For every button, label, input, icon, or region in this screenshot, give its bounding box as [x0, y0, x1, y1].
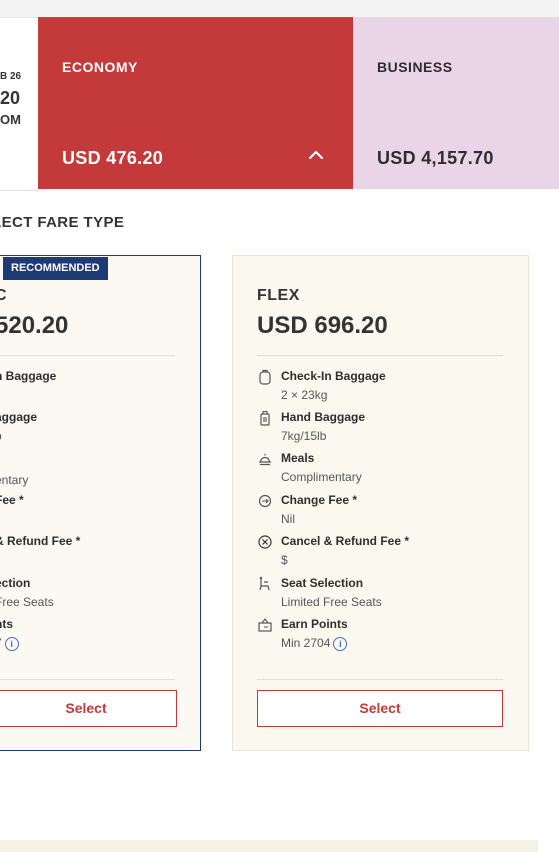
bottom-bar	[0, 840, 538, 852]
recommended-badge: RECOMMENDED	[3, 257, 108, 280]
business-label: BUSINESS	[377, 59, 453, 75]
fare-divider-bottom	[257, 679, 503, 680]
earn-points-icon	[258, 618, 272, 632]
date-card-price: 20	[0, 88, 21, 108]
feature-meals: Meals Complimentary	[281, 451, 362, 484]
feature-earn-points: nts 7i	[0, 616, 19, 651]
feature-meals: entary	[0, 473, 29, 487]
fare-name: FLEX	[257, 287, 300, 304]
economy-cabin-tab[interactable]: ECONOMY USD 476.20	[38, 17, 353, 189]
business-cabin-tab[interactable]: BUSINESS USD 4,157.70	[353, 17, 559, 189]
meals-icon	[259, 454, 271, 466]
economy-label: ECONOMY	[62, 59, 138, 75]
fare-card-recommended[interactable]: RECOMMENDED C 520.20 n Baggage aggage b …	[0, 255, 201, 751]
date-card-date: B 26	[0, 71, 22, 82]
feature-change-fee: Fee *	[0, 493, 24, 507]
feature-checkin-baggage: Check-In Baggage 2 × 23kg	[281, 369, 386, 402]
fare-name: C	[0, 287, 8, 304]
business-price: USD 4,157.70	[377, 148, 494, 168]
feature-hand-baggage: aggage b	[0, 410, 38, 443]
fare-divider-bottom	[0, 679, 175, 680]
seat-selection-icon	[259, 576, 270, 591]
info-icon[interactable]: i	[333, 636, 348, 651]
fare-divider	[257, 355, 503, 356]
checkin-baggage-icon	[259, 369, 271, 385]
select-button[interactable]: Select	[0, 690, 177, 727]
fare-divider	[0, 355, 175, 356]
date-card[interactable]: B 26 20 OM	[0, 17, 38, 191]
feature-cancel-refund: Cancel & Refund Fee * $	[281, 534, 410, 567]
select-button[interactable]: Select	[257, 690, 503, 727]
feature-seat-selection: ection Free Seats	[0, 576, 54, 609]
cancel-refund-icon	[258, 535, 272, 549]
economy-price: USD 476.20	[62, 148, 164, 168]
feature-change-fee: Change Fee * Nil	[281, 493, 358, 526]
section-title: LECT FARE TYPE	[0, 214, 125, 231]
feature-seat-selection: Seat Selection Limited Free Seats	[281, 576, 382, 609]
info-icon[interactable]: i	[4, 636, 19, 651]
date-card-sub: OM	[0, 112, 21, 127]
feature-hand-baggage: Hand Baggage 7kg/15lb	[281, 410, 366, 443]
fare-card-flex[interactable]: FLEX USD 696.20 Check-In Baggage 2 × 23k…	[232, 255, 529, 751]
change-fee-icon	[258, 494, 272, 508]
fare-price: 520.20	[0, 312, 69, 339]
feature-earn-points: Earn Points Min 2704 i	[281, 617, 348, 651]
feature-checkin-baggage: n Baggage	[0, 369, 57, 383]
fare-price: USD 696.20	[257, 312, 388, 339]
chevron-up-icon[interactable]	[309, 150, 323, 160]
feature-cancel-refund: & Refund Fee *	[0, 534, 81, 548]
hand-baggage-icon	[260, 410, 270, 426]
top-strip	[0, 0, 559, 17]
